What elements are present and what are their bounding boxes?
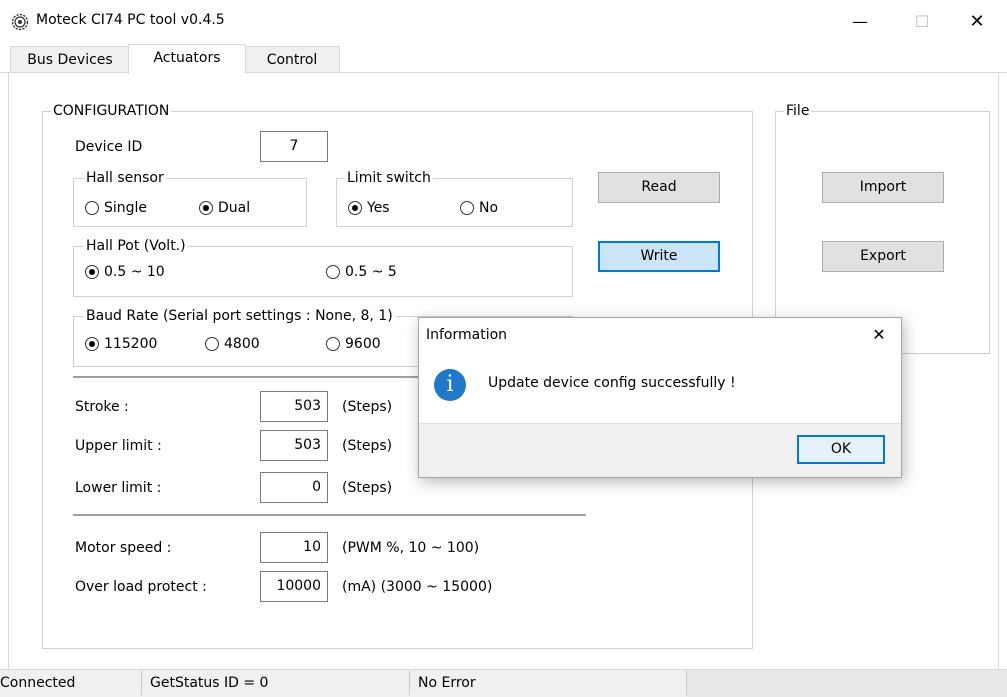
close-window-button[interactable]: ✕: [962, 10, 992, 34]
hall-pot-title: Hall Pot (Volt.): [84, 237, 188, 255]
tab-control[interactable]: Control: [244, 46, 340, 72]
radio-on-icon: [348, 201, 362, 215]
read-button[interactable]: Read: [598, 172, 720, 203]
radio-off-icon: [205, 337, 219, 351]
motor-speed-input[interactable]: 10: [260, 532, 328, 563]
upper-limit-input[interactable]: 503: [260, 430, 328, 461]
configuration-title: CONFIGURATION: [51, 102, 172, 120]
device-id-input[interactable]: 7: [260, 131, 328, 162]
pot-10-radio[interactable]: 0.5 ~ 10: [85, 263, 165, 281]
pot-10-label: 0.5 ~ 10: [104, 264, 165, 280]
upper-limit-unit: (Steps): [342, 438, 393, 454]
status-connection: Connected: [0, 675, 76, 691]
over-load-label: Over load protect :: [75, 579, 207, 595]
hall-dual-radio[interactable]: Dual: [199, 199, 250, 217]
hall-single-label: Single: [104, 200, 148, 216]
lower-limit-label: Lower limit :: [75, 480, 162, 496]
over-load-unit: (mA) (3000 ~ 15000): [342, 579, 493, 595]
stroke-label: Stroke :: [75, 399, 129, 415]
information-dialog: Information ✕ i Update device config suc…: [418, 317, 902, 478]
baud-9600-radio[interactable]: 9600: [326, 335, 381, 353]
ok-button[interactable]: OK: [797, 435, 885, 464]
motor-speed-label: Motor speed :: [75, 540, 172, 556]
motor-speed-unit: (PWM %, 10 ~ 100): [342, 540, 480, 556]
radio-off-icon: [85, 201, 99, 215]
dialog-message: Update device config successfully !: [488, 375, 736, 391]
limit-yes-radio[interactable]: Yes: [348, 199, 390, 217]
lower-limit-input[interactable]: 0: [260, 472, 328, 503]
limit-yes-label: Yes: [367, 200, 390, 216]
hall-sensor-title: Hall sensor: [84, 169, 166, 187]
hall-dual-label: Dual: [218, 200, 251, 216]
status-divider: [141, 671, 142, 695]
tab-actuators[interactable]: Actuators: [128, 44, 246, 74]
app-gear-icon: [11, 13, 29, 31]
window-title: Moteck CI74 PC tool v0.4.5: [36, 12, 225, 28]
baud-rate-title: Baud Rate (Serial port settings : None, …: [84, 307, 395, 325]
status-error: No Error: [418, 675, 476, 691]
file-title: File: [784, 102, 812, 120]
radio-off-icon: [326, 265, 340, 279]
import-button[interactable]: Import: [822, 172, 944, 203]
info-icon: i: [434, 369, 466, 401]
upper-limit-label: Upper limit :: [75, 438, 162, 454]
lower-limit-unit: (Steps): [342, 480, 393, 496]
dialog-close-button[interactable]: ✕: [868, 324, 890, 346]
separator: [73, 514, 586, 516]
stroke-unit: (Steps): [342, 399, 393, 415]
minimize-button[interactable]: —: [845, 10, 875, 34]
radio-on-icon: [85, 337, 99, 351]
baud-115200-radio[interactable]: 115200: [85, 335, 157, 353]
limit-no-radio[interactable]: No: [460, 199, 498, 217]
status-get-id: GetStatus ID = 0: [150, 675, 269, 691]
baud-9600-label: 9600: [345, 336, 381, 352]
stroke-input[interactable]: 503: [260, 391, 328, 422]
over-load-input[interactable]: 10000: [260, 571, 328, 602]
export-button[interactable]: Export: [822, 241, 944, 272]
tab-bus-devices[interactable]: Bus Devices: [10, 46, 130, 72]
write-button[interactable]: Write: [598, 241, 720, 272]
status-empty-panel: [687, 670, 1007, 697]
radio-on-icon: [85, 265, 99, 279]
baud-4800-label: 4800: [224, 336, 260, 352]
radio-off-icon: [326, 337, 340, 351]
radio-on-icon: [199, 201, 213, 215]
dialog-title: Information: [426, 327, 508, 343]
baud-115200-label: 115200: [104, 336, 158, 352]
hall-single-radio[interactable]: Single: [85, 199, 147, 217]
pot-5-label: 0.5 ~ 5: [345, 264, 397, 280]
limit-switch-title: Limit switch: [345, 169, 433, 187]
limit-no-label: No: [479, 200, 499, 216]
device-id-label: Device ID: [75, 139, 143, 155]
pot-5-radio[interactable]: 0.5 ~ 5: [326, 263, 397, 281]
maximize-button[interactable]: ☐: [907, 10, 937, 34]
baud-4800-radio[interactable]: 4800: [205, 335, 260, 353]
status-divider: [409, 671, 410, 695]
radio-off-icon: [460, 201, 474, 215]
